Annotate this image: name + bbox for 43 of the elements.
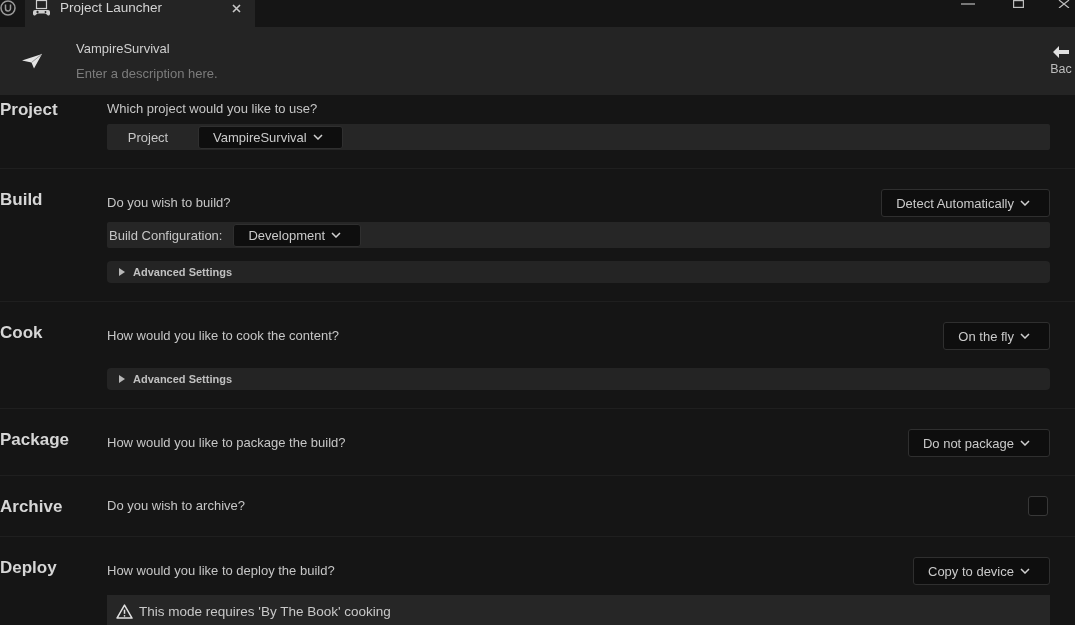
checkbox[interactable] (1028, 496, 1048, 516)
collapsible-header[interactable]: Advanced Settings (107, 261, 1050, 283)
close-icon[interactable] (1058, 0, 1070, 8)
chevron-down-icon (1020, 200, 1030, 206)
chevron-down-icon (1020, 333, 1030, 339)
section-title: Archive (0, 496, 63, 518)
chevron-down-icon (1020, 440, 1030, 446)
back-button[interactable]: Bac (1047, 46, 1075, 76)
section-title: Project (0, 99, 58, 121)
minimize-icon[interactable] (961, 0, 975, 6)
field-label: Build Configuration: (109, 227, 223, 243)
dropdown[interactable]: On the fly (943, 322, 1050, 350)
warning-text: This mode requires 'By The Book' cooking (139, 603, 391, 619)
question-text: How would you like to cook the content? (107, 327, 339, 345)
logo-icon (0, 0, 16, 16)
project-name: VampireSurvival (76, 40, 171, 58)
dropdown[interactable]: Development (233, 223, 362, 247)
question-text: Which project would you like to use? (107, 100, 318, 118)
chevron-down-icon (312, 134, 323, 140)
section-title: Build (0, 189, 43, 211)
question-text: Do you wish to archive? (107, 497, 245, 515)
tab[interactable]: Project Launcher (25, 0, 255, 27)
section-title: Deploy (0, 557, 57, 579)
dropdown[interactable]: Detect Automatically (881, 189, 1050, 217)
maximize-icon[interactable] (1013, 0, 1024, 8)
description-field[interactable]: Enter a description here. (76, 64, 396, 82)
field-label: Project (126, 129, 170, 145)
collapsible-header[interactable]: Advanced Settings (107, 368, 1050, 390)
dropdown[interactable]: VampireSurvival (198, 125, 343, 149)
close-icon[interactable] (232, 4, 241, 13)
section-title: Cook (0, 322, 43, 344)
section-title: Package (0, 429, 69, 451)
question-text: How would you like to package the build? (107, 434, 346, 452)
dropdown[interactable]: Copy to device (913, 557, 1050, 585)
chevron-down-icon (1020, 568, 1030, 574)
warning-icon (116, 603, 133, 619)
paper-plane-icon (22, 53, 42, 69)
gamepad-icon (33, 0, 50, 16)
chevron-down-icon (331, 232, 342, 238)
question-text: Do you wish to build? (107, 194, 231, 212)
question-text: How would you like to deploy the build? (107, 562, 335, 580)
dropdown[interactable]: Do not package (907, 429, 1050, 457)
arrow-left-icon (1053, 46, 1069, 58)
